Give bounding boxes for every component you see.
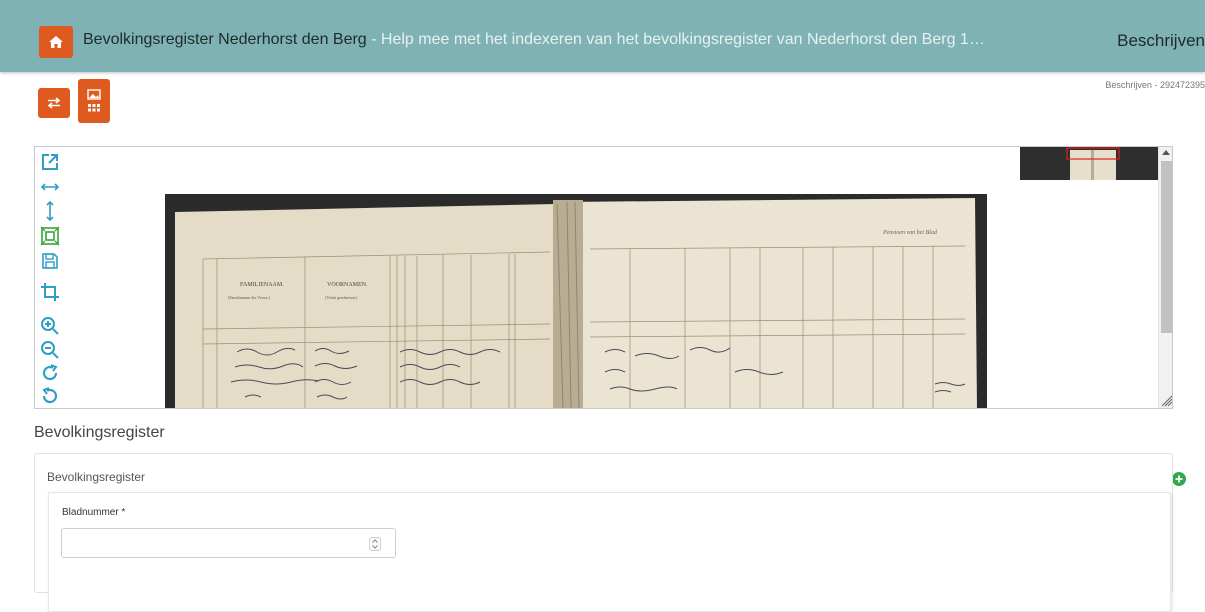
- page-heading-text: Pensioen van het Blad: [882, 230, 938, 236]
- open-external-icon: [42, 154, 58, 170]
- top-bar: Bevolkingsregister Nederhorst den Berg -…: [0, 0, 1205, 72]
- swap-layout-button[interactable]: [38, 88, 70, 118]
- rotate-right-button[interactable]: [39, 362, 61, 384]
- viewer-scrollbar[interactable]: [1158, 147, 1172, 408]
- viewer-minimap[interactable]: [1020, 147, 1158, 180]
- crop-button[interactable]: [39, 281, 61, 303]
- section-title: Bevolkingsregister: [34, 424, 165, 441]
- image-grid-icon: [87, 89, 101, 112]
- fit-width-button[interactable]: [39, 176, 61, 198]
- open-external-button[interactable]: [39, 151, 61, 173]
- bladnummer-input[interactable]: [61, 528, 396, 558]
- fit-width-icon: [40, 183, 60, 191]
- minimap-drawing: [1066, 147, 1120, 180]
- first-names-header: VOORNAMEN.: [327, 282, 368, 288]
- add-entry-button[interactable]: [1172, 472, 1186, 486]
- project-subtitle: - Help mee met het indexeren van het bev…: [366, 31, 985, 48]
- panel-title: Bevolkingsregister: [47, 470, 146, 484]
- save-button[interactable]: [39, 250, 61, 272]
- fit-page-button[interactable]: [39, 225, 61, 247]
- project-title: Bevolkingsregister Nederhorst den Berg: [83, 31, 367, 48]
- fit-height-button[interactable]: [39, 200, 61, 222]
- mode-title: Beschrijven: [1117, 31, 1205, 50]
- save-icon: [42, 253, 58, 269]
- scroll-thumb[interactable]: [1161, 161, 1172, 333]
- bladnummer-label: Bladnummer *: [62, 507, 126, 518]
- fit-page-icon: [40, 226, 60, 246]
- rotate-left-button[interactable]: [39, 385, 61, 407]
- page-title: Bevolkingsregister Nederhorst den Berg -…: [83, 31, 985, 49]
- register-scan-image: Pensioen van het Blad FAMILIENAAM. VOORN…: [165, 194, 987, 408]
- image-viewer[interactable]: Pensioen van het Blad FAMILIENAAM. VOORN…: [34, 146, 1173, 409]
- plus-icon: [1175, 475, 1183, 483]
- rotate-left-icon: [42, 387, 58, 404]
- zoom-out-button[interactable]: [39, 339, 61, 361]
- scroll-up-arrow[interactable]: [1162, 150, 1170, 155]
- zoom-in-icon: [41, 317, 59, 335]
- zoom-out-icon: [41, 341, 59, 359]
- register-scan-drawing: Pensioen van het Blad FAMILIENAAM. VOORN…: [165, 194, 987, 408]
- home-icon: [49, 36, 63, 48]
- form-card: Bladnummer *: [48, 492, 1171, 612]
- bladnummer-stepper[interactable]: [369, 537, 381, 551]
- crop-icon: [41, 283, 59, 301]
- first-names-subheader: (Voluit geschreven.): [325, 295, 358, 300]
- swap-arrows-icon: [47, 97, 61, 109]
- fit-height-icon: [46, 200, 54, 222]
- stepper-arrows-icon: [369, 537, 381, 551]
- scan-reference: Beschrijven - 292472395: [1105, 80, 1205, 90]
- form-panel: Bevolkingsregister Bladnummer *: [34, 453, 1173, 612]
- zoom-in-button[interactable]: [39, 315, 61, 337]
- home-button[interactable]: [39, 26, 73, 58]
- resize-handle-icon[interactable]: [1160, 393, 1172, 407]
- family-name-subheader: (Familienaam der Vrouw.): [228, 295, 271, 300]
- family-name-header: FAMILIENAAM.: [240, 282, 284, 288]
- rotate-right-icon: [42, 364, 58, 381]
- viewer-toolbar: [35, 147, 65, 408]
- image-grid-layout-button[interactable]: [78, 79, 110, 123]
